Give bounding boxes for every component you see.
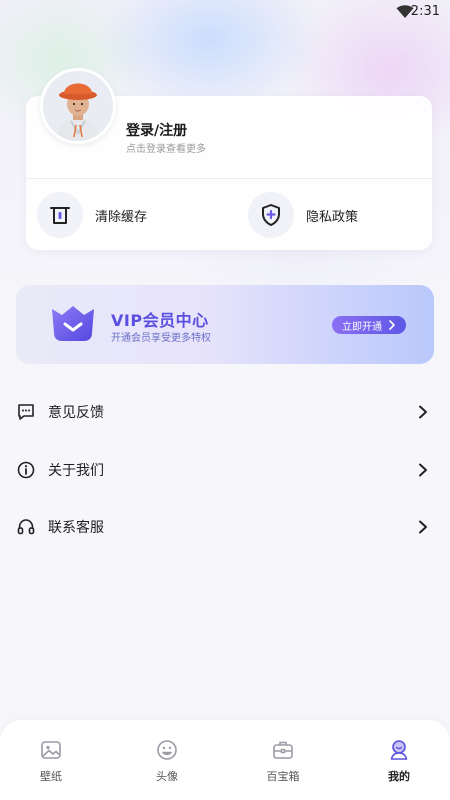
user-icon	[390, 740, 408, 760]
privacy-policy-label: 隐私政策	[306, 209, 359, 225]
chevron-right-icon	[419, 405, 427, 419]
tab-label: 头像	[156, 770, 178, 783]
tab-label: 壁纸	[40, 770, 62, 783]
vip-open-button[interactable]: 立即开通	[332, 316, 406, 334]
headset-icon	[16, 517, 36, 537]
trash-icon	[37, 192, 83, 238]
tab-label: 百宝箱	[266, 770, 300, 783]
crown-badge-icon	[52, 306, 94, 341]
status-bar: 2:31	[0, 0, 450, 26]
vip-banner[interactable]: VIP会员中心 开通会员享受更多特权 立即开通	[16, 285, 434, 364]
tab-wallpaper[interactable]: 壁纸	[16, 738, 86, 786]
menu-item-label: 意见反馈	[48, 405, 104, 421]
menu-item-support[interactable]: 联系客服	[16, 507, 434, 547]
chat-bubble-icon	[16, 402, 36, 422]
login-subtitle: 点击登录查看更多	[126, 144, 206, 155]
menu-item-feedback[interactable]: 意见反馈	[16, 392, 434, 432]
chevron-right-icon	[389, 320, 395, 330]
shield-icon	[248, 192, 294, 238]
tab-mine[interactable]: 我的	[364, 738, 434, 786]
clear-cache-button[interactable]: 清除缓存	[37, 191, 147, 239]
clear-cache-label: 清除缓存	[95, 209, 148, 225]
chevron-right-icon	[419, 463, 427, 477]
chevron-right-icon	[419, 520, 427, 534]
vip-subtitle: 开通会员享受更多特权	[111, 333, 211, 344]
menu-item-label: 关于我们	[48, 463, 104, 479]
card-divider	[26, 178, 432, 179]
vip-open-button-label: 立即开通	[342, 321, 382, 333]
image-icon	[41, 741, 61, 759]
avatar-character-icon	[43, 71, 113, 141]
login-title[interactable]: 登录/注册	[126, 120, 187, 140]
tab-toolbox[interactable]: 百宝箱	[248, 738, 318, 786]
menu-item-about[interactable]: 关于我们	[16, 450, 434, 490]
bottom-tab-bar: 壁纸 头像 百宝箱 我的	[0, 720, 450, 800]
menu-item-label: 联系客服	[48, 520, 104, 536]
info-icon	[16, 460, 36, 480]
status-time: 2:31	[410, 4, 440, 19]
privacy-policy-button[interactable]: 隐私政策	[248, 191, 358, 239]
tab-label: 我的	[388, 770, 410, 783]
tab-avatar[interactable]: 头像	[132, 738, 202, 786]
vip-title: VIP会员中心	[111, 311, 209, 330]
avatar[interactable]	[40, 68, 116, 144]
face-icon	[157, 740, 177, 760]
toolbox-icon	[273, 741, 293, 759]
